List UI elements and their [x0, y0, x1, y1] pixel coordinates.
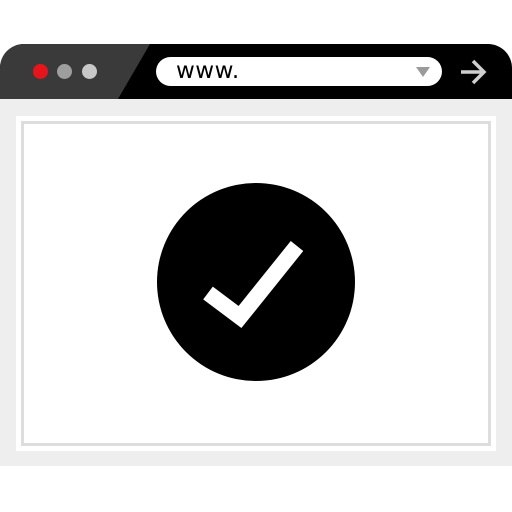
minimize-window-button[interactable]	[57, 64, 72, 79]
arrow-right-icon[interactable]	[458, 58, 488, 86]
close-window-button[interactable]	[33, 64, 48, 79]
address-input[interactable]: www.	[176, 58, 240, 85]
address-bar[interactable]: www.	[156, 57, 442, 86]
browser-tab[interactable]	[0, 44, 150, 99]
maximize-window-button[interactable]	[82, 64, 97, 79]
browser-titlebar: www.	[0, 44, 512, 99]
triangle-down-icon[interactable]	[416, 67, 430, 77]
check-circle-icon	[157, 183, 355, 381]
